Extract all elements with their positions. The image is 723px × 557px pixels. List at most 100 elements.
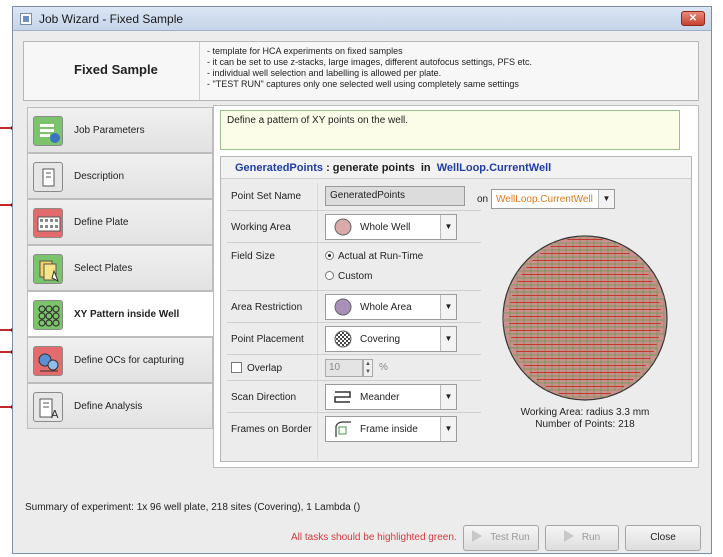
overlap-input[interactable]: 10: [325, 359, 363, 377]
job-wizard-window: Job Wizard - Fixed Sample ✕ Fixed Sample…: [12, 6, 712, 554]
run-label: Run: [581, 532, 601, 543]
nav-item-define-plate[interactable]: Define Plate: [27, 199, 213, 245]
number-of-points-info: Number of Points: 218: [535, 419, 635, 430]
panel-header: GeneratedPoints : generate points in Wel…: [221, 157, 691, 179]
scan-direction-value: Meander: [360, 392, 400, 403]
area-restriction-select[interactable]: Whole Area ▼: [325, 294, 457, 320]
nav-item-select-plates[interactable]: Select Plates: [27, 245, 213, 291]
overlap-label: Overlap: [247, 363, 283, 374]
overlap-unit: %: [379, 362, 388, 373]
point-placement-row: Point Placement Covering ▼: [227, 323, 481, 355]
window-title: Job Wizard - Fixed Sample: [39, 12, 184, 26]
radio-selected-icon: [325, 251, 334, 260]
svg-text:A: A: [51, 408, 59, 421]
close-button[interactable]: Close: [625, 525, 701, 551]
play-icon: [472, 530, 483, 542]
nav-item-job-parameters[interactable]: Job Parameters: [27, 107, 213, 153]
point-set-name-label: Point Set Name: [231, 191, 302, 202]
close-label: Close: [650, 532, 676, 543]
window-close-button[interactable]: ✕: [681, 11, 705, 26]
field-size-actual-label: Actual at Run-Time: [338, 251, 424, 262]
note-line: - it can be set to use z-stacks, large i…: [207, 57, 532, 67]
scan-direction-row: Scan Direction Meander ▼: [227, 381, 481, 413]
well-pattern-preview: [502, 235, 668, 401]
nav-item-description[interactable]: Description: [27, 153, 213, 199]
nav-label: XY Pattern inside Well: [74, 309, 180, 320]
loop-heading: WellLoop.CurrentWell: [436, 162, 552, 174]
analysis-icon: A: [33, 392, 63, 422]
app-icon: [20, 13, 32, 25]
header-divider: [199, 42, 200, 100]
point-set-name-heading: GeneratedPoints: [235, 162, 324, 174]
nav-item-define-analysis[interactable]: A Define Analysis: [27, 383, 213, 429]
chevron-down-icon: ▼: [440, 327, 456, 351]
note-line: - template for HCA experiments on fixed …: [207, 46, 403, 56]
nav-label: Define Analysis: [74, 401, 143, 412]
scan-direction-select[interactable]: Meander ▼: [325, 384, 457, 410]
nav-label: Define OCs for capturing: [74, 355, 185, 366]
frames-on-border-select[interactable]: Frame inside ▼: [325, 416, 457, 442]
description-icon: [33, 162, 63, 192]
nav-item-define-ocs[interactable]: Define OCs for capturing: [27, 337, 213, 383]
plate-icon: [33, 208, 63, 238]
area-restriction-label: Area Restriction: [231, 302, 303, 313]
nav-label: Select Plates: [74, 263, 133, 274]
overlap-checkbox[interactable]: [231, 362, 242, 373]
chevron-down-icon: ▼: [440, 417, 456, 441]
field-size-label: Field Size: [231, 251, 275, 262]
working-area-select[interactable]: Whole Well ▼: [325, 214, 457, 240]
optical-config-icon: [33, 346, 63, 376]
field-size-custom-label: Custom: [338, 271, 373, 282]
meander-icon: [334, 391, 351, 403]
working-area-value: Whole Well: [360, 222, 411, 233]
frames-on-border-label: Frames on Border: [231, 424, 312, 435]
on-label: on: [477, 194, 489, 205]
job-parameters-icon: [33, 116, 63, 146]
template-header: Fixed Sample - template for HCA experime…: [23, 41, 699, 101]
note-line: - "TEST RUN" captures only one selected …: [207, 79, 519, 89]
select-plates-icon: [33, 254, 63, 284]
point-set-name-row: Point Set Name GeneratedPoints: [227, 183, 481, 211]
chevron-down-icon: ▼: [440, 215, 456, 239]
radio-unselected-icon: [325, 271, 334, 280]
title-bar: Job Wizard - Fixed Sample ✕: [13, 7, 711, 31]
working-area-info: Working Area: radius 3.3 mm: [520, 407, 650, 418]
nav-label: Job Parameters: [74, 125, 145, 136]
area-restriction-value: Whole Area: [360, 302, 412, 313]
frame-inside-icon: [335, 421, 351, 437]
nav-label: Description: [74, 171, 125, 182]
experiment-summary: Summary of experiment: 1x 96 well plate,…: [25, 502, 361, 513]
chevron-down-icon: ▼: [440, 295, 456, 319]
template-notes: - template for HCA experiments on fixed …: [207, 46, 532, 90]
well-loop-select[interactable]: WellLoop.CurrentWell ▼: [491, 189, 615, 209]
note-line: - individual well selection and labellin…: [207, 68, 442, 78]
nav-label: Define Plate: [74, 217, 129, 228]
whole-area-icon: [334, 298, 352, 316]
point-placement-select[interactable]: Covering ▼: [325, 326, 457, 352]
working-area-label: Working Area: [231, 222, 291, 233]
overlap-stepper[interactable]: ▲ ▼: [363, 359, 373, 377]
field-size-row: Field Size Actual at Run-Time Custom: [227, 243, 481, 291]
test-run-button[interactable]: Test Run: [463, 525, 539, 551]
field-size-actual-radio[interactable]: Actual at Run-Time: [325, 251, 423, 262]
step-description: Define a pattern of XY points on the wel…: [220, 110, 680, 150]
pattern-form: Point Set Name GeneratedPoints Working A…: [227, 183, 481, 459]
point-placement-label: Point Placement: [231, 334, 304, 345]
nav-item-xy-pattern[interactable]: XY Pattern inside Well: [27, 291, 217, 337]
well-loop-value: WellLoop.CurrentWell: [496, 194, 593, 205]
working-area-row: Working Area Whole Well ▼: [227, 211, 481, 243]
chevron-down-icon: ▼: [440, 385, 456, 409]
test-run-label: Test Run: [490, 532, 530, 543]
run-button[interactable]: Run: [545, 525, 619, 551]
play-icon: [563, 530, 574, 542]
chevron-down-icon: ▼: [598, 190, 614, 208]
xy-pattern-icon: [33, 300, 63, 330]
frames-on-border-value: Frame inside: [360, 424, 418, 435]
point-placement-value: Covering: [360, 334, 401, 345]
template-title: Fixed Sample: [74, 62, 158, 77]
point-set-name-input[interactable]: GeneratedPoints: [325, 186, 465, 206]
frames-on-border-row: Frames on Border Frame inside ▼: [227, 413, 481, 447]
field-size-custom-radio[interactable]: Custom: [325, 271, 372, 282]
overlap-row: Overlap 10 ▲ ▼ %: [227, 355, 481, 381]
scan-direction-label: Scan Direction: [231, 392, 297, 403]
